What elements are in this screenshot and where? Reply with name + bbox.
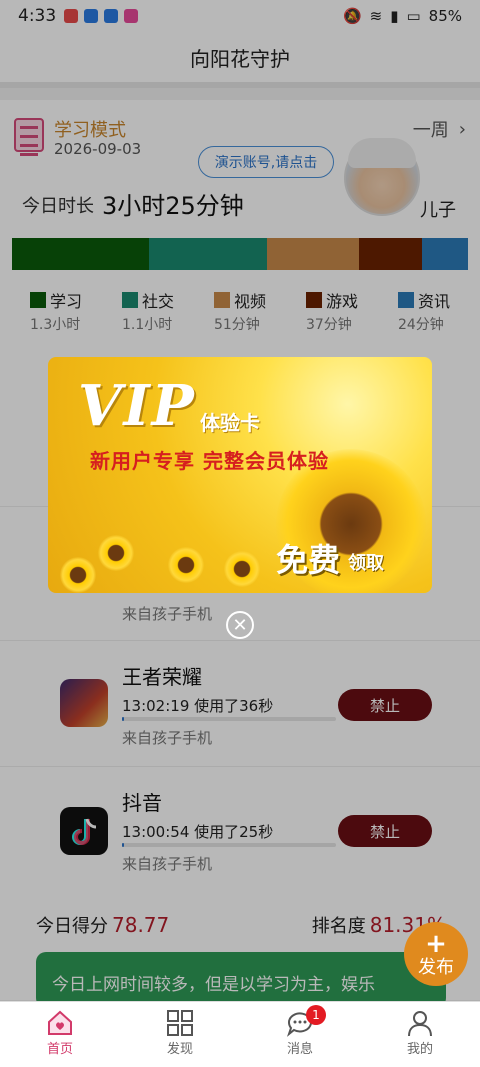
unread-badge: 1 bbox=[306, 1005, 326, 1025]
tab-label: 发现 bbox=[166, 1042, 193, 1057]
tab-messages[interactable]: 消息 1 bbox=[260, 1002, 340, 1067]
sunflower-image bbox=[98, 535, 134, 571]
sunflower-image bbox=[60, 557, 96, 593]
tab-label: 消息 bbox=[286, 1042, 313, 1057]
publish-button[interactable]: + 发布 bbox=[404, 922, 468, 986]
vip-free-label: 免费 bbox=[276, 541, 341, 579]
sunflower-image bbox=[168, 547, 204, 583]
vip-title: VIP bbox=[78, 373, 196, 439]
tab-label: 首页 bbox=[46, 1042, 73, 1057]
user-icon bbox=[408, 1011, 432, 1037]
publish-label: 发布 bbox=[418, 957, 454, 978]
plus-icon: + bbox=[425, 929, 447, 959]
tab-home[interactable]: 首页 bbox=[20, 1002, 100, 1067]
tab-discover[interactable]: 发现 bbox=[140, 1002, 220, 1067]
bottom-tab-bar: 首页 发现 消息 1 我的 bbox=[0, 1001, 480, 1067]
home-icon bbox=[48, 1010, 72, 1035]
vip-claim-button[interactable]: 领取 bbox=[348, 549, 384, 575]
vip-subtitle: 体验卡 bbox=[200, 411, 260, 435]
vip-slogan: 新用户专享 完整会员体验 bbox=[90, 449, 329, 473]
grid-icon bbox=[167, 1010, 193, 1036]
tab-label: 我的 bbox=[406, 1042, 433, 1057]
sunflower-image bbox=[224, 551, 260, 587]
vip-promo-card[interactable]: VIP 体验卡 新用户专享 完整会员体验 免费 领取 bbox=[48, 357, 432, 593]
tab-profile[interactable]: 我的 bbox=[380, 1002, 460, 1067]
close-icon[interactable]: ✕ bbox=[226, 611, 254, 639]
